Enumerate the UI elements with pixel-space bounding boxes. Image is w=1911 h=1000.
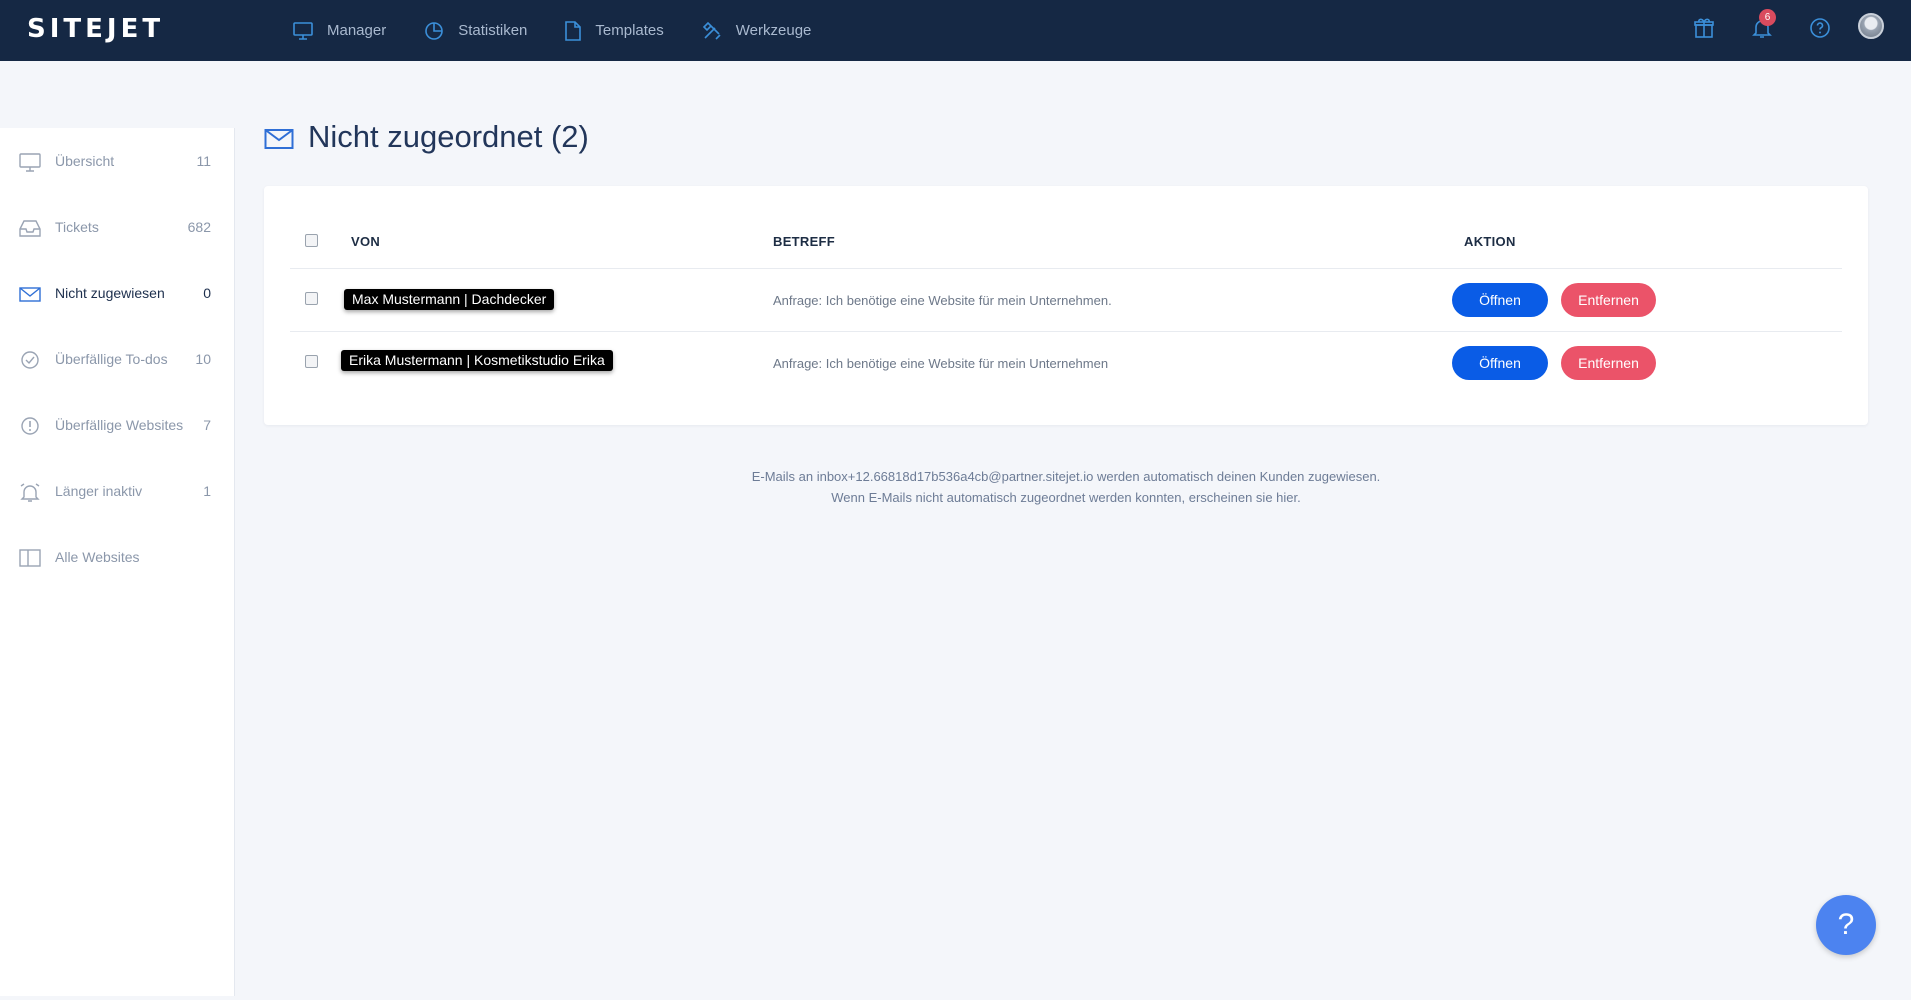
column-header-action: AKTION <box>1464 234 1516 249</box>
sidebar-item-label: Nicht zugewiesen <box>55 285 165 301</box>
nav-item-templates[interactable]: Templates <box>565 20 664 41</box>
inbox-info-line: Wenn E-Mails nicht automatisch zugeordne… <box>831 490 1301 505</box>
alert-circle-icon <box>21 417 39 435</box>
top-navigation-bar: SITEJET Manager Statistiken Templates We… <box>0 0 1911 61</box>
main-nav: Manager Statistiken Templates Werkzeuge <box>293 0 849 61</box>
sidebar-item-label: Alle Websites <box>55 549 140 565</box>
inbox-icon <box>19 220 41 237</box>
remove-button[interactable]: Entfernen <box>1561 283 1656 317</box>
monitor-icon <box>19 153 41 172</box>
column-header-from: VON <box>351 234 381 249</box>
notification-badge: 6 <box>1759 9 1776 26</box>
open-button[interactable]: Öffnen <box>1452 346 1548 380</box>
help-chat-button[interactable]: ? <box>1816 895 1876 955</box>
sender-label: Max Mustermann | Dachdecker <box>344 289 555 310</box>
inbox-info-text: E-Mails an inbox+12.66818d17b536a4cb@par… <box>264 466 1868 508</box>
pie-chart-icon <box>425 21 444 40</box>
help-circle-icon[interactable] <box>1808 16 1832 40</box>
sidebar-item-label: Übersicht <box>55 153 115 169</box>
nav-item-label: Statistiken <box>458 22 528 39</box>
sidebar-item-label: Länger inaktiv <box>55 483 143 499</box>
page-title: Nicht zugeordnet (2) <box>308 119 589 154</box>
sidebar-item-uebersicht[interactable]: Übersicht 11 <box>0 142 235 182</box>
nav-item-label: Manager <box>327 22 387 39</box>
mail-subject: Anfrage: Ich benötige eine Website für m… <box>773 293 1112 308</box>
nav-item-label: Werkzeuge <box>735 22 812 39</box>
open-button[interactable]: Öffnen <box>1452 283 1548 317</box>
sidebar-item-alle-websites[interactable]: Alle Websites <box>0 538 235 578</box>
envelope-icon <box>19 287 41 302</box>
sidebar-item-tickets[interactable]: Tickets 682 <box>0 208 235 248</box>
divider <box>290 331 1842 332</box>
sender-label: Erika Mustermann | Kosmetikstudio Erika <box>341 350 613 371</box>
sidebar-item-laenger-inaktiv[interactable]: Länger inaktiv 1 <box>0 472 235 512</box>
sidebar-item-ueberfaellige-websites[interactable]: Überfällige Websites 7 <box>0 406 235 446</box>
check-badge-icon <box>21 351 39 369</box>
divider <box>290 268 1842 269</box>
nav-item-manager[interactable]: Manager <box>293 21 387 40</box>
monitor-icon <box>293 21 313 40</box>
user-avatar[interactable] <box>1858 13 1884 39</box>
sidebar-item-count: 10 <box>195 351 211 367</box>
sidebar-item-count: 11 <box>196 153 211 169</box>
remove-button[interactable]: Entfernen <box>1561 346 1656 380</box>
document-icon <box>565 20 582 41</box>
columns-icon <box>19 549 41 567</box>
sidebar-item-ueberfaellige-todos[interactable]: Überfällige To-dos 10 <box>0 340 235 380</box>
select-all-checkbox[interactable] <box>305 234 318 247</box>
inbox-info-line: E-Mails an inbox+12.66818d17b536a4cb@par… <box>751 469 1381 484</box>
sidebar-item-nicht-zugewiesen[interactable]: Nicht zugewiesen 0 <box>0 274 235 314</box>
alarm-icon <box>20 483 40 502</box>
nav-item-label: Templates <box>595 22 664 39</box>
sidebar-item-count: 682 <box>187 219 211 235</box>
sidebar-item-count: 7 <box>203 417 211 433</box>
sidebar-item-label: Tickets <box>55 219 99 235</box>
sidebar-item-label: Überfällige Websites <box>55 417 184 433</box>
tools-icon <box>702 21 721 40</box>
sidebar: Übersicht 11 Tickets 682 Nicht zugewiese… <box>0 128 235 996</box>
sidebar-item-count: 1 <box>203 483 211 499</box>
nav-item-werkzeuge[interactable]: Werkzeuge <box>702 21 812 41</box>
unassigned-mails-card: VON BETREFF AKTION Max Mustermann | Dach… <box>264 186 1868 425</box>
sidebar-item-label: Überfällige To-dos <box>55 351 168 367</box>
sidebar-item-count: 0 <box>203 285 211 301</box>
column-header-subject: BETREFF <box>773 234 836 249</box>
row-checkbox[interactable] <box>305 292 318 305</box>
mail-subject: Anfrage: Ich benötige eine Website für m… <box>773 356 1109 371</box>
envelope-icon <box>264 129 294 149</box>
nav-item-statistiken[interactable]: Statistiken <box>424 21 527 41</box>
gift-icon[interactable] <box>1692 16 1716 40</box>
sitejet-logo[interactable]: SITEJET <box>27 14 164 44</box>
row-checkbox[interactable] <box>305 355 318 368</box>
